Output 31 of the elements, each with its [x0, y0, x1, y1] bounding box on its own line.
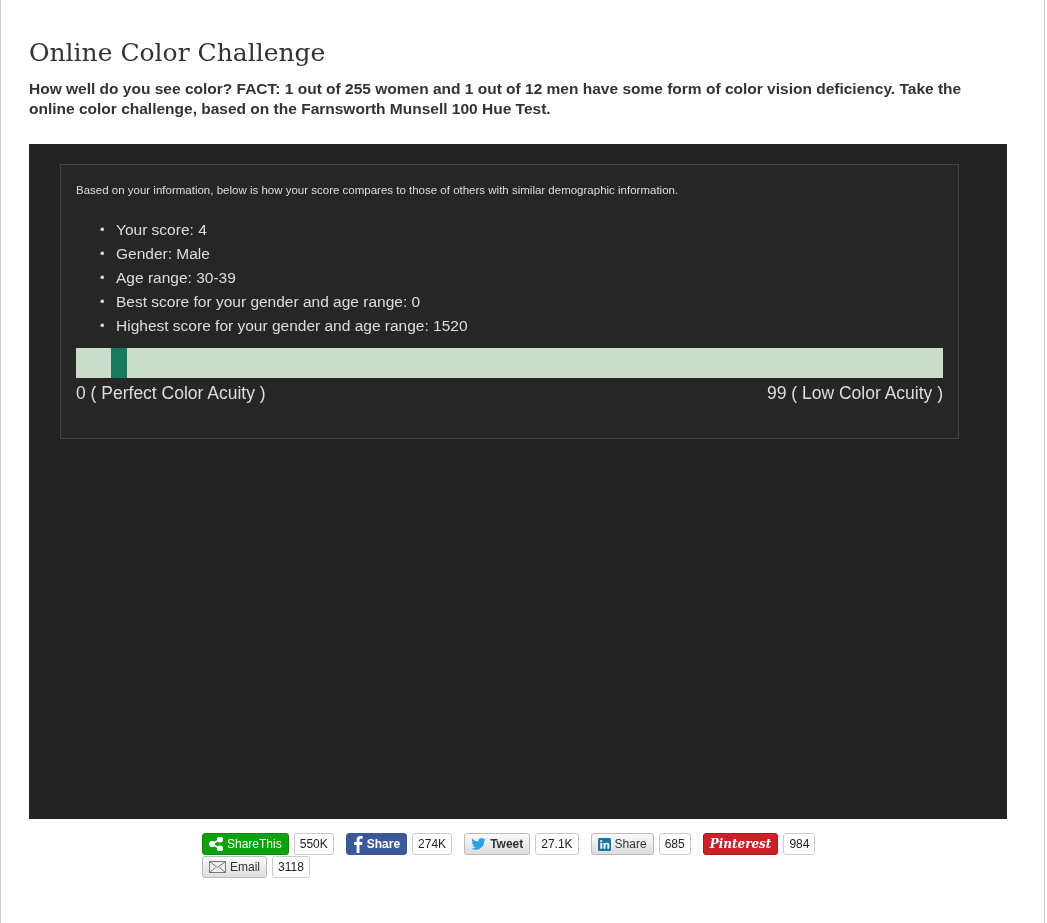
result-item: Highest score for your gender and age range: 1520: [116, 316, 468, 336]
f-letter-icon: [352, 835, 363, 853]
share-button[interactable]: Email: [202, 856, 267, 878]
bird-icon: [471, 838, 487, 850]
share-count: 274K: [412, 833, 453, 855]
share-button[interactable]: Share: [345, 833, 408, 855]
share-count: 3118: [272, 856, 310, 878]
bullet: •: [100, 269, 106, 287]
share-count: 685: [658, 833, 691, 855]
share-count: 27.1K: [535, 833, 579, 855]
share-count: 984: [783, 833, 816, 855]
in-letter-icon: [597, 837, 611, 851]
result-item: Age range: 30-39: [116, 268, 236, 288]
page-title: Online Color Challenge: [29, 38, 327, 67]
intro-text: How well do you see color? FACT: 1 out of 255 women and 1 out of 12 men have some form of color vision deficiency. Take the online color challenge, based on the Farnsworth Munsell 100 Hue Test.: [29, 79, 963, 119]
scale-max-label: 99 ( Low Color Acuity ): [766, 383, 943, 404]
envelope-icon: [209, 861, 226, 873]
bullet: •: [100, 293, 106, 311]
result-item: Gender: Male: [116, 244, 210, 264]
bullet: •: [100, 317, 106, 335]
share-button[interactable]: Tweet: [464, 833, 531, 855]
share-button[interactable]: Share: [590, 833, 654, 855]
bullet: •: [100, 245, 106, 263]
share-icon: [209, 837, 223, 851]
results-note: Based on your information, below is how your score compares to those of others with similar demographic information.: [76, 184, 680, 196]
result-item: Your score: 4: [116, 220, 207, 240]
share-count: 550K: [293, 833, 334, 855]
bullet: •: [100, 221, 106, 239]
share-button[interactable]: Pinterest: [702, 833, 779, 855]
result-item: Best score for your gender and age range: 0: [116, 292, 421, 312]
scale-min-label: 0 ( Perfect Color Acuity ): [76, 383, 266, 404]
